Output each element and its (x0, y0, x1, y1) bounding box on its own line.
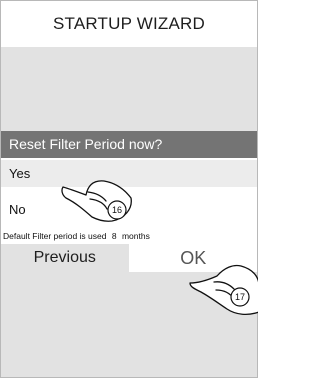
ok-button[interactable]: OK (129, 244, 257, 272)
page-title: STARTUP WIZARD (52, 13, 206, 33)
default-info-text: Default Filter period is used (3, 231, 107, 241)
previous-button[interactable]: Previous (1, 244, 130, 272)
option-no[interactable]: No (1, 196, 257, 223)
default-info-value: 8 (111, 231, 117, 241)
question-heading: Reset Filter Period now? (1, 131, 257, 158)
header-spacer-panel (1, 47, 257, 131)
navigation-row: Previous OK (1, 244, 257, 272)
default-info-unit: months (121, 231, 150, 241)
bottom-panel (1, 272, 257, 377)
option-yes[interactable]: Yes (1, 160, 257, 187)
default-period-info: Default Filter period is used 8 months (3, 231, 153, 241)
